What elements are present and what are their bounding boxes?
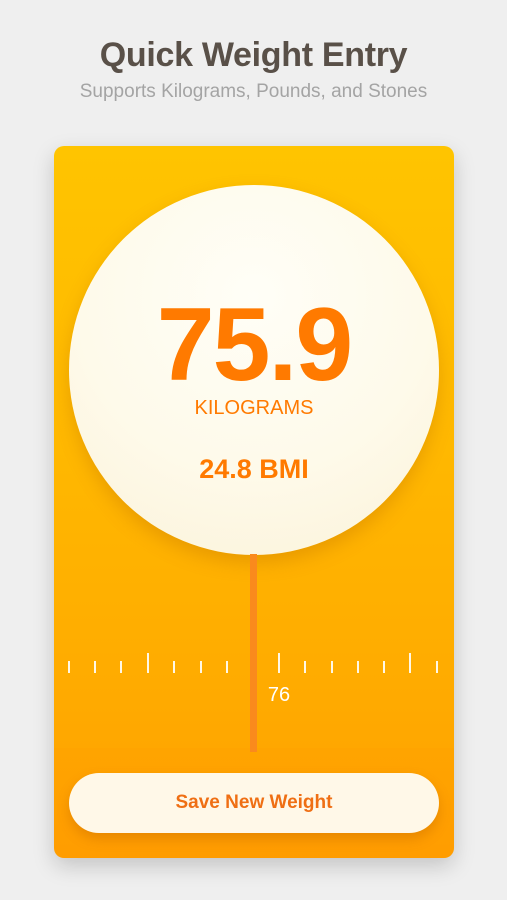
ruler-label: 76 xyxy=(267,684,291,706)
page-title: Quick Weight Entry xyxy=(99,36,408,74)
weight-card: 75.9 KILOGRAMS 24.8 BMI 76 Save New Weig… xyxy=(54,146,454,858)
ruler-tick xyxy=(173,661,175,673)
ruler-tick xyxy=(68,661,70,673)
ruler-tick xyxy=(357,661,359,673)
ruler-tick xyxy=(436,661,438,673)
ruler-tick xyxy=(200,661,202,673)
ruler-tick xyxy=(331,661,333,673)
ruler-tick xyxy=(383,661,385,673)
ruler-tick xyxy=(120,661,122,673)
weight-entry-screen: Quick Weight Entry Supports Kilograms, P… xyxy=(0,0,507,900)
weight-dial: 75.9 KILOGRAMS 24.8 BMI xyxy=(69,185,439,555)
ruler-tick xyxy=(226,661,228,673)
weight-pointer xyxy=(250,554,257,752)
weight-unit-label[interactable]: KILOGRAMS xyxy=(69,397,439,420)
ruler-tick xyxy=(94,661,96,673)
save-weight-button[interactable]: Save New Weight xyxy=(69,773,439,833)
bmi-value: 24.8 BMI xyxy=(199,454,309,484)
weight-value: 75.9 xyxy=(156,287,353,403)
ruler-tick xyxy=(278,653,280,673)
ruler-tick xyxy=(304,661,306,673)
page-subtitle: Supports Kilograms, Pounds, and Stones xyxy=(79,81,428,102)
ruler-tick xyxy=(147,653,149,673)
ruler-tick xyxy=(409,653,411,673)
